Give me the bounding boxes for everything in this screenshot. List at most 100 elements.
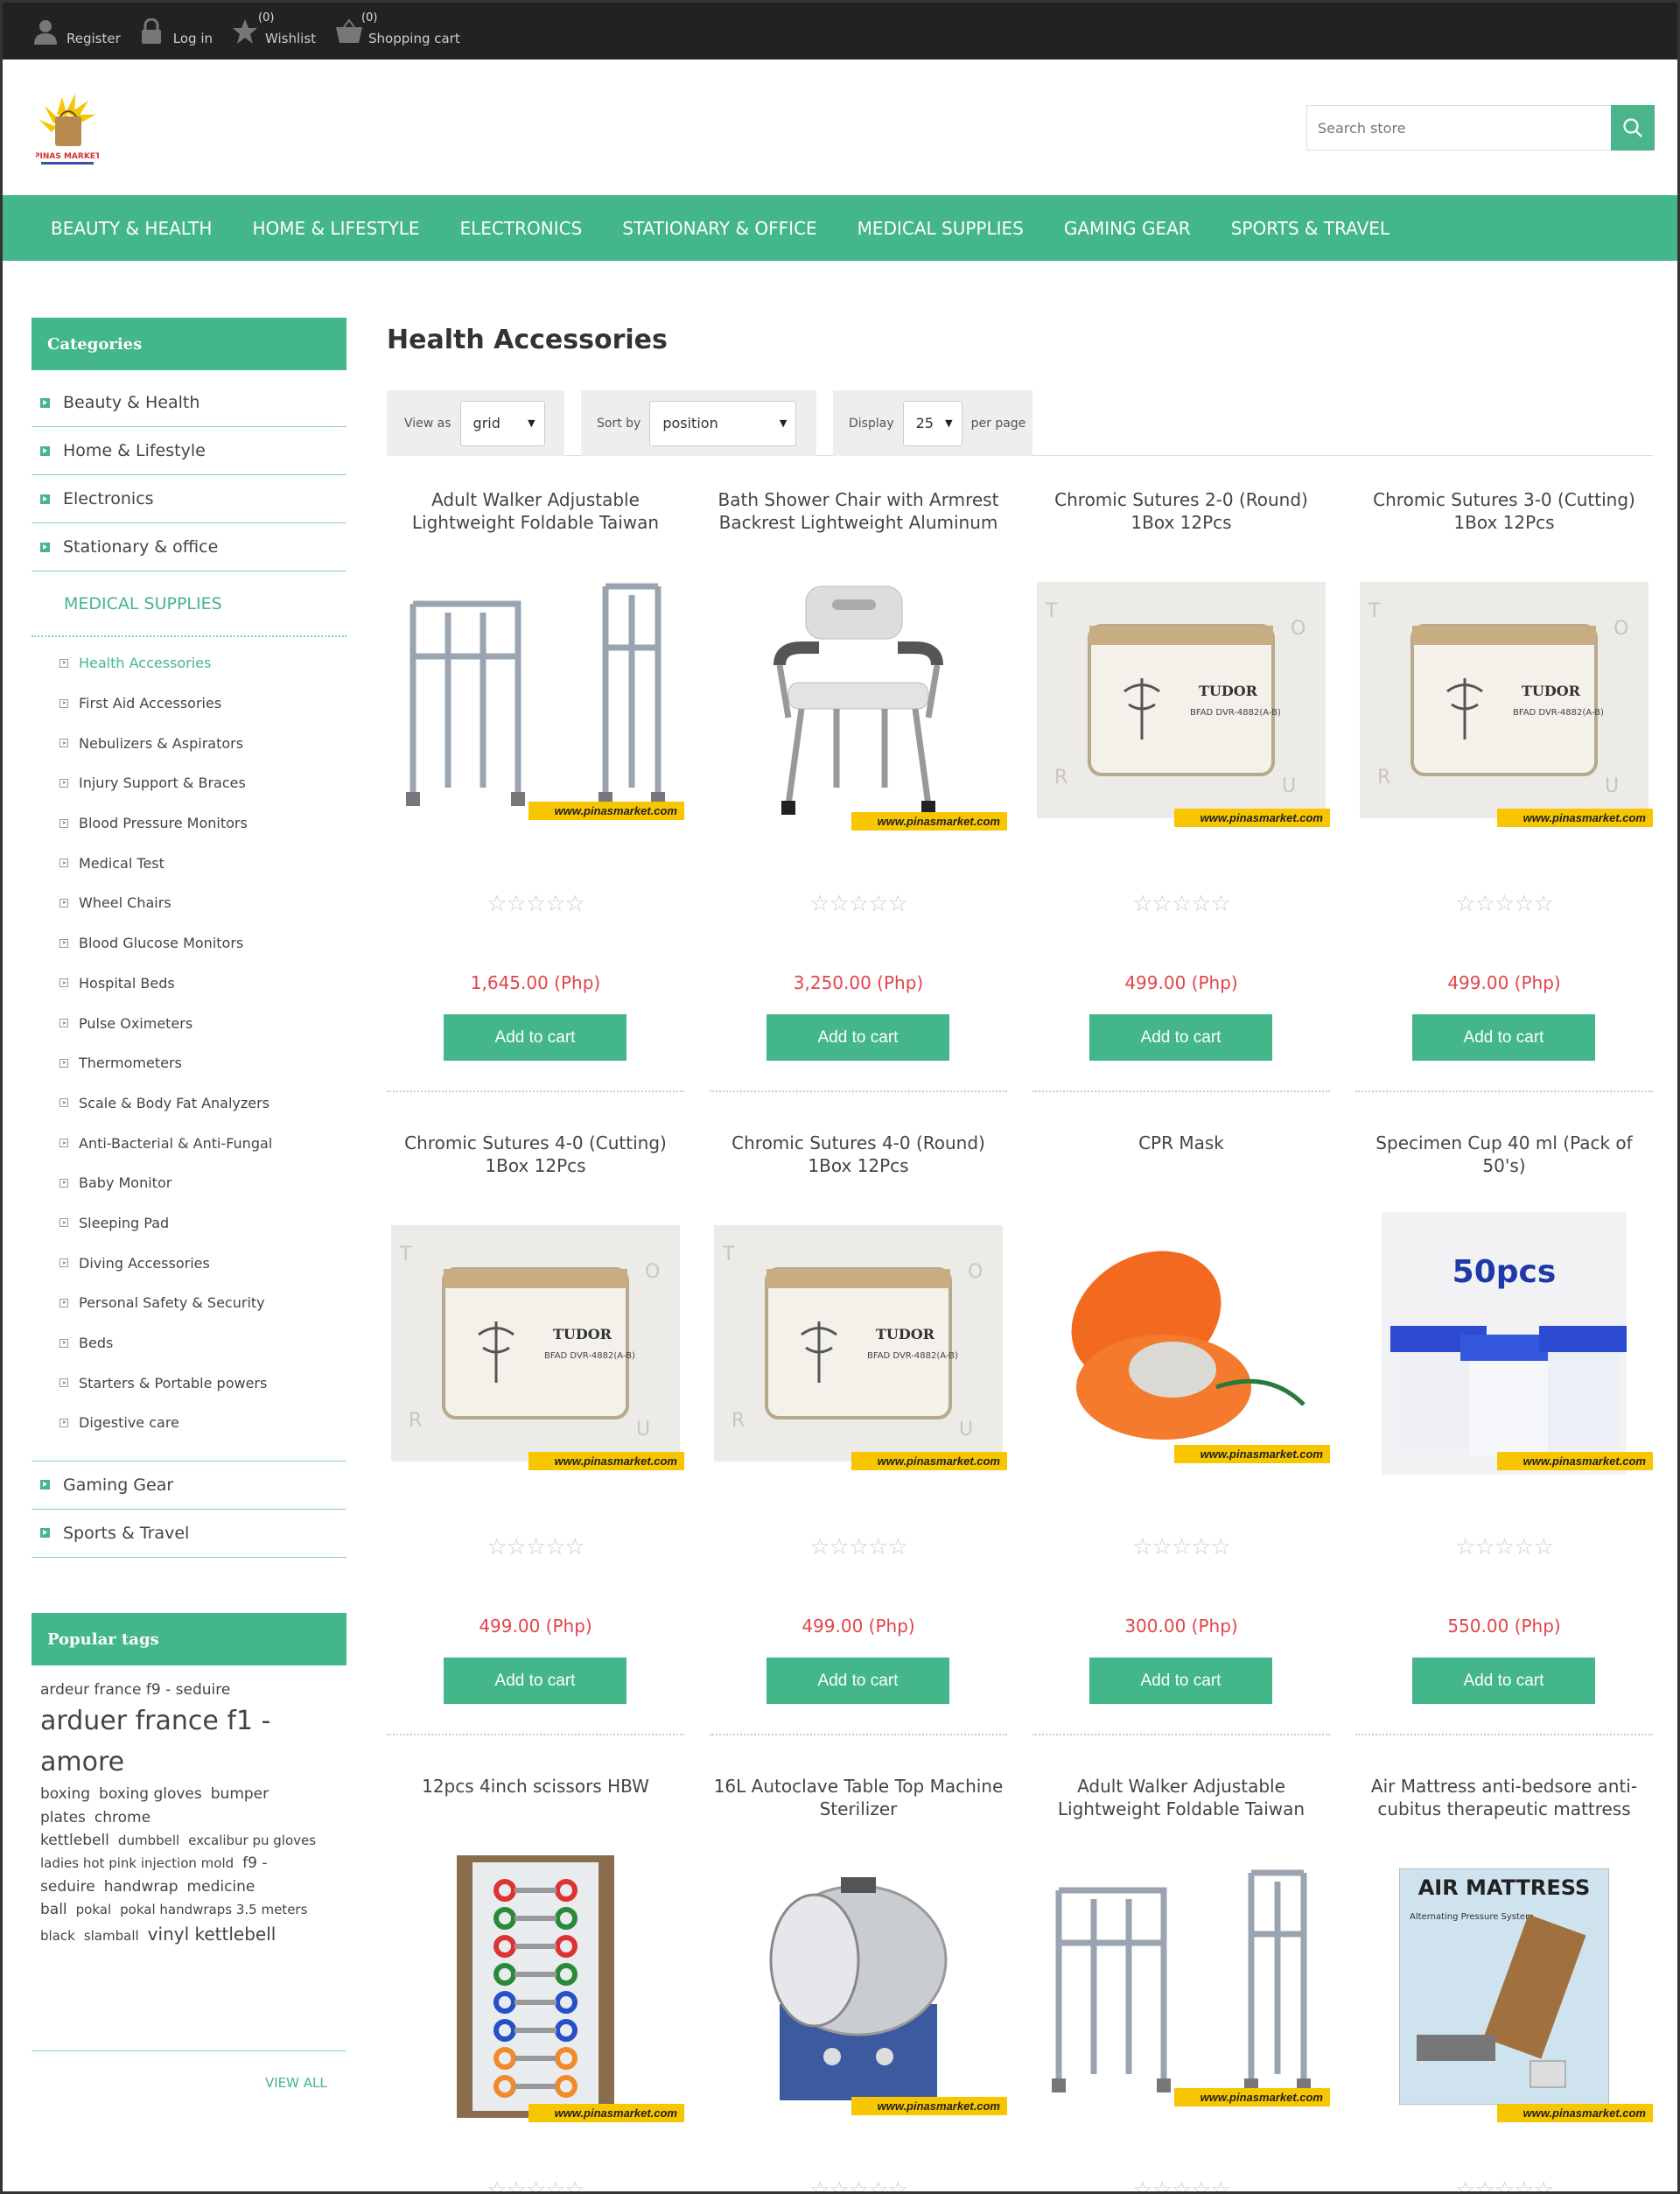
- product-image[interactable]: www.pinasmarket.com: [1032, 1851, 1330, 2122]
- tag-link[interactable]: ardeur france f9 - seduire: [40, 1681, 230, 1699]
- product-image[interactable]: www.pinasmarket.com: [710, 1851, 1007, 2122]
- add-to-cart-button[interactable]: Add to cart: [444, 1014, 626, 1061]
- svg-text:T: T: [399, 1244, 412, 1265]
- subcategory-starters-portable-powers[interactable]: Starters & Portable powers: [32, 1363, 346, 1403]
- nav-item-beauty-health[interactable]: BEAUTY & HEALTH: [31, 218, 232, 239]
- product-title-link[interactable]: Air Mattress anti-bedsore anti-cubitus t…: [1355, 1775, 1653, 1820]
- header-link-register[interactable]: Register: [33, 18, 121, 46]
- sidebar-category-gaming-gear[interactable]: Gaming Gear: [32, 1461, 346, 1510]
- header-link-shopping-cart[interactable]: (0) Shopping cart: [335, 11, 460, 46]
- search-button[interactable]: [1611, 105, 1655, 151]
- add-to-cart-button[interactable]: Add to cart: [1412, 1658, 1595, 1704]
- tag-link[interactable]: pokal: [76, 1902, 111, 1917]
- svg-text:T: T: [722, 1244, 735, 1265]
- subcategory-nebulizers-aspirators[interactable]: Nebulizers & Aspirators: [32, 723, 346, 763]
- product-image[interactable]: 50pcs www.pinasmarket.com: [1355, 1208, 1653, 1479]
- sort-by-select[interactable]: position ▼: [649, 400, 797, 446]
- sidebar-category-home-lifestyle[interactable]: Home & Lifestyle: [32, 427, 346, 475]
- sidebar-category-medical-supplies[interactable]: MEDICAL SUPPLIES: [32, 571, 346, 637]
- nav-item-stationary-office[interactable]: STATIONARY & OFFICE: [602, 218, 836, 239]
- subcategory-digestive-care[interactable]: Digestive care: [32, 1403, 346, 1443]
- product-image[interactable]: T O R U TUDOR BFAD DVR-4882(A-B) www.pinasmark…: [387, 1208, 684, 1479]
- search-icon: [1623, 118, 1642, 137]
- product-image[interactable]: www.pinasmarket.com: [1032, 1208, 1330, 1479]
- bullet-arrow-icon: [40, 397, 50, 408]
- search-input[interactable]: [1306, 105, 1611, 151]
- subcategory-blood-pressure-monitors[interactable]: Blood Pressure Monitors: [32, 803, 346, 844]
- product-image[interactable]: T O R U TUDOR BFAD DVR-4882(A-B) www.pinasmark…: [1355, 564, 1653, 836]
- add-to-cart-button[interactable]: Add to cart: [444, 1658, 626, 1704]
- product-image[interactable]: T O R U TUDOR BFAD DVR-4882(A-B) www.pinasmark…: [710, 1208, 1007, 1479]
- display-select[interactable]: 25 ▼: [902, 400, 962, 446]
- tag-link[interactable]: boxing: [40, 1785, 90, 1803]
- subcategory-first-aid-accessories[interactable]: First Aid Accessories: [32, 683, 346, 724]
- product-title-link[interactable]: Bath Shower Chair with Armrest Backrest …: [710, 488, 1007, 534]
- svg-text:AIR MATTRESS: AIR MATTRESS: [1418, 1875, 1591, 1900]
- product-image[interactable]: www.pinasmarket.com: [710, 564, 1007, 836]
- tag-link[interactable]: arduer france f1 - amore: [40, 1706, 270, 1777]
- subcategory-pulse-oximeters[interactable]: Pulse Oximeters: [32, 1003, 346, 1043]
- subcategory-health-accessories[interactable]: Health Accessories: [32, 643, 346, 683]
- product-title-link[interactable]: 16L Autoclave Table Top Machine Steriliz…: [710, 1775, 1007, 1820]
- add-to-cart-button[interactable]: Add to cart: [1089, 1014, 1272, 1061]
- header-link-wishlist[interactable]: (0) Wishlist: [232, 11, 316, 46]
- subcategory-anti-bacterial-anti-fungal[interactable]: Anti-Bacterial & Anti-Fungal: [32, 1123, 346, 1163]
- product-image[interactable]: www.pinasmarket.com: [387, 564, 684, 836]
- store-logo[interactable]: PINAS MARKET: [34, 90, 102, 171]
- subcategory-hospital-beds[interactable]: Hospital Beds: [32, 964, 346, 1004]
- header-count-badge: (0): [258, 11, 275, 25]
- tag-link[interactable]: vinyl kettlebell: [148, 1924, 276, 1945]
- product-title-link[interactable]: Specimen Cup 40 ml (Pack of 50's): [1355, 1132, 1653, 1177]
- bullet-arrow-icon: [60, 818, 68, 828]
- product-title-link[interactable]: Adult Walker Adjustable Lightweight Fold…: [387, 488, 684, 534]
- subcategory-injury-support-braces[interactable]: Injury Support & Braces: [32, 763, 346, 803]
- subcategory-personal-safety-security[interactable]: Personal Safety & Security: [32, 1283, 346, 1323]
- product-image[interactable]: T O R U TUDOR BFAD DVR-4882(A-B) www.pinasmark…: [1032, 564, 1330, 836]
- svg-text:U: U: [959, 1419, 973, 1440]
- sidebar-category-beauty-health[interactable]: Beauty & Health: [32, 379, 346, 427]
- view-all-tags-link[interactable]: VIEW ALL: [265, 2075, 327, 2091]
- subcategory-scale-body-fat-analyzers[interactable]: Scale & Body Fat Analyzers: [32, 1083, 346, 1124]
- product-title-link[interactable]: CPR Mask: [1032, 1132, 1330, 1154]
- subcategory-thermometers[interactable]: Thermometers: [32, 1043, 346, 1083]
- nav-item-home-lifestyle[interactable]: HOME & LIFESTYLE: [232, 218, 439, 239]
- subcategory-label: Health Accessories: [79, 655, 212, 672]
- subcategory-label: First Aid Accessories: [79, 695, 222, 712]
- subcategory-beds[interactable]: Beds: [32, 1323, 346, 1363]
- subcategory-blood-glucose-monitors[interactable]: Blood Glucose Monitors: [32, 923, 346, 964]
- sidebar-category-electronics[interactable]: Electronics: [32, 475, 346, 523]
- subcategory-diving-accessories[interactable]: Diving Accessories: [32, 1243, 346, 1283]
- nav-item-electronics[interactable]: ELECTRONICS: [440, 218, 603, 239]
- add-to-cart-button[interactable]: Add to cart: [1089, 1658, 1272, 1704]
- tag-link[interactable]: dumbbell: [118, 1833, 179, 1848]
- product-title-link[interactable]: Adult Walker Adjustable Lightweight Fold…: [1032, 1775, 1330, 1820]
- search-form: [1306, 105, 1655, 151]
- product-title-link[interactable]: Chromic Sutures 4-0 (Cutting) 1Box 12Pcs: [387, 1132, 684, 1177]
- product-title-link[interactable]: Chromic Sutures 3-0 (Cutting) 1Box 12Pcs: [1355, 488, 1653, 534]
- header-link-log-in[interactable]: Log in: [140, 18, 213, 46]
- sidebar-category-stationary-office[interactable]: Stationary & office: [32, 523, 346, 571]
- add-to-cart-button[interactable]: Add to cart: [766, 1658, 949, 1704]
- sidebar-category-sports-travel[interactable]: Sports & Travel: [32, 1510, 346, 1558]
- view-as-select[interactable]: grid ▼: [459, 400, 545, 446]
- add-to-cart-button[interactable]: Add to cart: [1412, 1014, 1595, 1061]
- product-title-link[interactable]: Chromic Sutures 4-0 (Round) 1Box 12Pcs: [710, 1132, 1007, 1177]
- tag-link[interactable]: slamball: [84, 1928, 139, 1944]
- nav-item-medical-supplies[interactable]: MEDICAL SUPPLIES: [837, 218, 1044, 239]
- subcategory-label: Wheel Chairs: [79, 894, 172, 912]
- subcategory-sleeping-pad[interactable]: Sleeping Pad: [32, 1203, 346, 1244]
- watermark-badge: www.pinasmarket.com: [1496, 809, 1653, 827]
- tag-link[interactable]: handwrap: [104, 1878, 178, 1896]
- product-image[interactable]: AIR MATTRESS Alternating Pressure System w…: [1355, 1851, 1653, 2122]
- subcategory-wheel-chairs[interactable]: Wheel Chairs: [32, 883, 346, 923]
- subcategory-baby-monitor[interactable]: Baby Monitor: [32, 1163, 346, 1203]
- product-image[interactable]: www.pinasmarket.com: [387, 1851, 684, 2122]
- nav-item-gaming-gear[interactable]: GAMING GEAR: [1044, 218, 1211, 239]
- product-title-link[interactable]: 12pcs 4inch scissors HBW: [387, 1775, 684, 1798]
- nav-item-sports-travel[interactable]: SPORTS & TRAVEL: [1211, 218, 1410, 239]
- subcategory-medical-test[interactable]: Medical Test: [32, 843, 346, 883]
- tag-link[interactable]: boxing gloves: [99, 1785, 202, 1803]
- product-price: 499.00 (Php): [802, 1616, 915, 1637]
- add-to-cart-button[interactable]: Add to cart: [766, 1014, 949, 1061]
- product-title-link[interactable]: Chromic Sutures 2-0 (Round) 1Box 12Pcs: [1032, 488, 1330, 534]
